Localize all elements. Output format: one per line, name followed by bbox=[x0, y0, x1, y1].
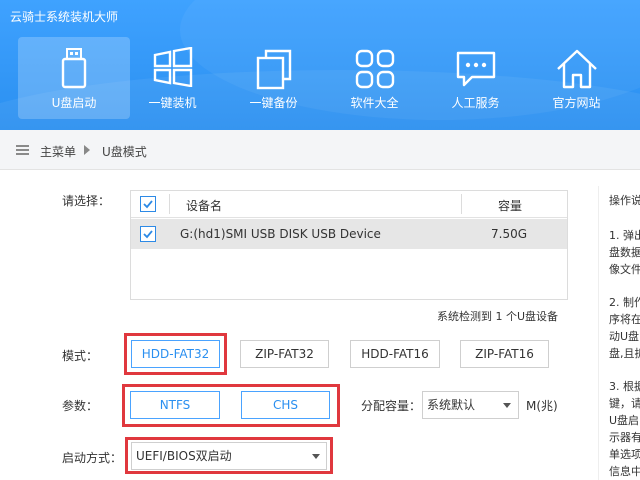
checkmark-icon bbox=[143, 200, 153, 209]
boot-mode-value: UEFI/BIOS双启动 bbox=[136, 449, 232, 463]
nav-item-official-site[interactable]: 官方网站 bbox=[526, 37, 627, 119]
device-capacity: 7.50G bbox=[491, 227, 528, 241]
backup-icon bbox=[256, 49, 291, 90]
chevron-down-icon bbox=[312, 454, 320, 459]
nav-label: 一键备份 bbox=[249, 96, 298, 110]
windows-icon bbox=[153, 47, 192, 87]
help-line: 键，请 bbox=[609, 397, 640, 410]
nav-item-one-click-backup[interactable]: 一键备份 bbox=[223, 37, 324, 119]
nav-label: 人工服务 bbox=[451, 96, 500, 110]
nav-item-manual-service[interactable]: 人工服务 bbox=[425, 37, 526, 119]
app-header: 云骑士系统装机大师 U盘启动 一键装机 一键备份 软件大全 人工服务 官方网站 bbox=[0, 0, 640, 130]
checkmark-icon bbox=[143, 230, 153, 239]
select-label: 请选择： bbox=[62, 194, 111, 208]
column-divider bbox=[169, 194, 170, 214]
help-line: 序将在 bbox=[609, 313, 640, 326]
column-header-capacity: 容量 bbox=[498, 199, 523, 213]
alloc-capacity-select[interactable]: 系统默认 bbox=[422, 391, 519, 419]
boot-mode-select[interactable]: UEFI/BIOS双启动 bbox=[131, 442, 327, 470]
breadcrumb: 主菜单 U盘模式 bbox=[0, 130, 640, 170]
column-divider bbox=[461, 194, 462, 214]
help-line: 单选项 bbox=[609, 448, 640, 461]
mode-hdd-fat32-button[interactable]: HDD-FAT32 bbox=[131, 340, 220, 368]
help-line: 盘,且拆 bbox=[609, 347, 640, 360]
nav-label: U盘启动 bbox=[51, 96, 97, 110]
help-line: 动U盘 bbox=[609, 330, 640, 343]
usb-drive-icon bbox=[61, 48, 87, 89]
help-line: 3. 根据 bbox=[609, 380, 640, 393]
help-line: U盘启 bbox=[609, 414, 640, 427]
breadcrumb-main-menu[interactable]: 主菜单 bbox=[40, 143, 76, 160]
table-row[interactable]: G:(hd1)SMI USB DISK USB Device 7.50G bbox=[131, 219, 567, 249]
mode-hdd-fat16-button[interactable]: HDD-FAT16 bbox=[350, 340, 440, 368]
device-table: 设备名 容量 G:(hd1)SMI USB DISK USB Device 7.… bbox=[130, 190, 568, 300]
main-nav: U盘启动 一键装机 一键备份 软件大全 人工服务 官方网站 bbox=[18, 37, 627, 119]
param-ntfs-button[interactable]: NTFS bbox=[130, 391, 220, 419]
alloc-capacity-label: 分配容量： bbox=[361, 399, 422, 413]
alloc-capacity-value: 系统默认 bbox=[427, 398, 476, 412]
chevron-down-icon bbox=[503, 403, 511, 408]
table-header: 设备名 容量 bbox=[131, 191, 567, 218]
help-line: 信息中 bbox=[609, 465, 640, 478]
nav-item-one-click-install[interactable]: 一键装机 bbox=[122, 37, 223, 119]
nav-item-software[interactable]: 软件大全 bbox=[324, 37, 425, 119]
help-line: 盘数据 bbox=[609, 246, 640, 259]
device-name: G:(hd1)SMI USB DISK USB Device bbox=[180, 227, 381, 241]
breadcrumb-current: U盘模式 bbox=[102, 145, 147, 159]
alloc-unit-label: M(兆) bbox=[526, 399, 558, 413]
nav-item-usb-boot[interactable]: U盘启动 bbox=[18, 37, 130, 119]
help-line: 示器有 bbox=[609, 431, 640, 444]
help-title: 操作说 bbox=[609, 194, 640, 207]
detect-status: 系统检测到 1 个U盘设备 bbox=[437, 310, 559, 323]
mode-zip-fat32-button[interactable]: ZIP-FAT32 bbox=[240, 340, 329, 368]
app-title: 云骑士系统装机大师 bbox=[10, 10, 119, 24]
device-checkbox[interactable] bbox=[140, 226, 156, 242]
params-label: 参数： bbox=[62, 399, 99, 413]
home-icon bbox=[556, 49, 597, 89]
boot-mode-label: 启动方式： bbox=[62, 451, 123, 465]
nav-label: 一键装机 bbox=[148, 96, 197, 110]
select-all-checkbox[interactable] bbox=[140, 196, 156, 212]
mode-zip-fat16-button[interactable]: ZIP-FAT16 bbox=[460, 340, 549, 368]
help-panel: 操作说 1. 弹出 盘数据 像文件 2. 制作 序将在 动U盘 盘,且拆 3. … bbox=[598, 186, 640, 480]
chat-icon bbox=[456, 51, 495, 87]
nav-label: 官方网站 bbox=[552, 96, 601, 110]
apps-grid-icon bbox=[355, 49, 394, 89]
menu-list-icon bbox=[16, 145, 29, 155]
help-line: 像文件 bbox=[609, 263, 640, 276]
mode-label: 模式： bbox=[62, 349, 99, 363]
help-line: 1. 弹出 bbox=[609, 229, 640, 242]
column-header-device-name: 设备名 bbox=[186, 199, 223, 213]
param-chs-button[interactable]: CHS bbox=[241, 391, 330, 419]
nav-label: 软件大全 bbox=[350, 96, 399, 110]
help-line: 2. 制作 bbox=[609, 296, 640, 309]
breadcrumb-arrow-icon bbox=[84, 145, 90, 155]
